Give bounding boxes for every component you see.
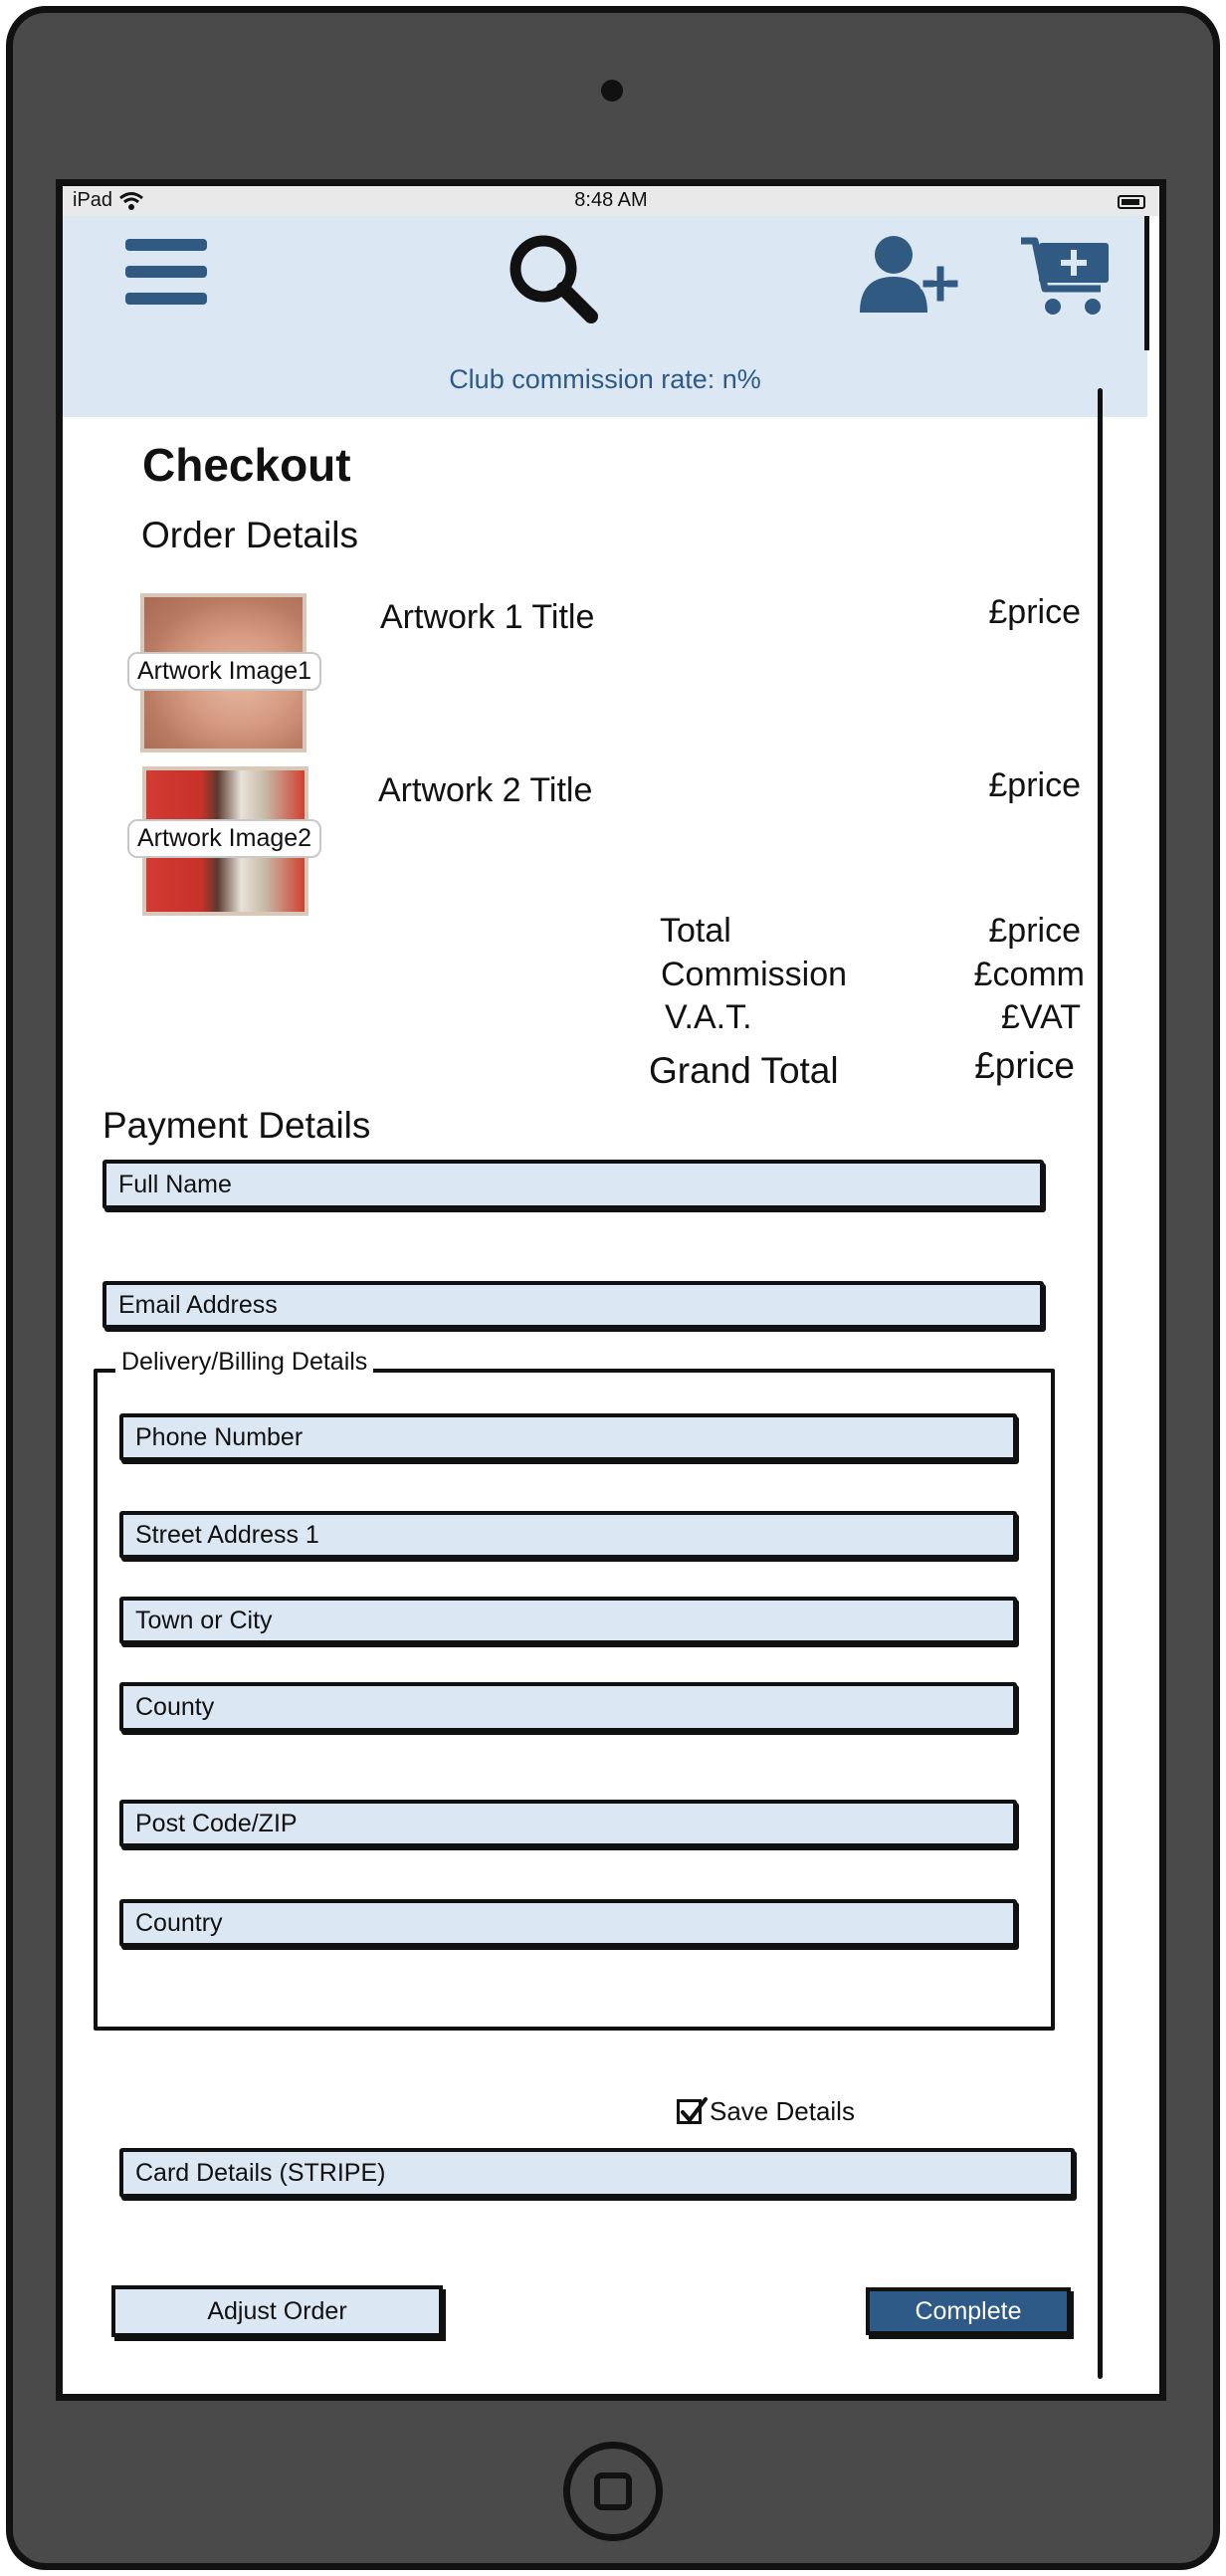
status-time: 8:48 AM	[574, 189, 648, 211]
add-to-cart-icon[interactable]	[1019, 237, 1115, 319]
checkbox-checked-icon[interactable]	[677, 2097, 708, 2124]
complete-button[interactable]: Complete	[866, 2287, 1071, 2335]
county-field[interactable]: County	[119, 1682, 1017, 1732]
town-city-field[interactable]: Town or City	[119, 1597, 1017, 1644]
save-details-label: Save Details	[710, 2096, 855, 2126]
vat-label: V.A.T.	[665, 998, 752, 1036]
total-value: £price	[988, 912, 1081, 950]
payment-details-heading: Payment Details	[102, 1105, 371, 1146]
artwork-image-2-label: Artwork Image2	[127, 819, 322, 858]
battery-icon	[1118, 195, 1145, 209]
card-details-field[interactable]: Card Details (STRIPE)	[119, 2148, 1075, 2198]
home-button-icon	[594, 2472, 632, 2510]
street-address-field[interactable]: Street Address 1	[119, 1511, 1017, 1559]
camera-icon	[601, 80, 623, 102]
save-details-checkbox[interactable]: Save Details	[677, 2096, 855, 2127]
artwork-2-price: £price	[988, 766, 1081, 804]
nav-divider	[1144, 216, 1149, 350]
adjust-order-button[interactable]: Adjust Order	[111, 2285, 443, 2337]
phone-field[interactable]: Phone Number	[119, 1413, 1017, 1461]
commission-rate-text: Club commission rate: n%	[449, 364, 761, 394]
order-details-heading: Order Details	[141, 515, 358, 555]
commission-label: Commission	[661, 956, 848, 993]
total-label: Total	[660, 912, 731, 950]
delivery-billing-legend: Delivery/Billing Details	[115, 1348, 374, 1377]
grand-total-label: Grand Total	[649, 1050, 839, 1091]
artwork-image-1-label: Artwork Image1	[127, 652, 322, 691]
status-bar: iPad 8:48 AM	[63, 186, 1159, 216]
add-user-icon[interactable]	[858, 235, 959, 313]
scrollbar[interactable]	[1098, 388, 1103, 2379]
email-field[interactable]: Email Address	[102, 1281, 1044, 1329]
artwork-1-price: £price	[988, 593, 1081, 631]
country-field[interactable]: Country	[119, 1899, 1017, 1947]
page-title: Checkout	[142, 439, 351, 491]
commission-value: £comm	[973, 956, 1085, 993]
grand-total-value: £price	[974, 1045, 1075, 1086]
hamburger-menu-icon[interactable]	[125, 239, 207, 305]
artwork-1-title: Artwork 1 Title	[380, 598, 595, 636]
artwork-2-title: Artwork 2 Title	[378, 771, 593, 809]
full-name-field[interactable]: Full Name	[102, 1160, 1044, 1209]
search-icon[interactable]	[506, 231, 601, 326]
vat-value: £VAT	[1001, 998, 1081, 1036]
postcode-field[interactable]: Post Code/ZIP	[119, 1800, 1017, 1847]
